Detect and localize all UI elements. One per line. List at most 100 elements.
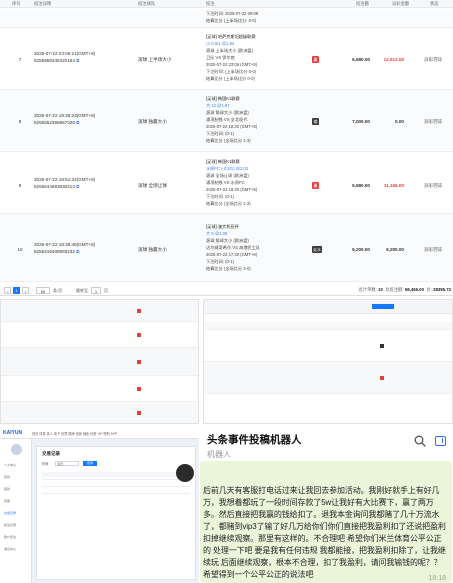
table-row: 下注时间: 2025-07-22 09:09 结算比分 (上半场比分: 0-0)	[0, 9, 453, 28]
total-win: 28395.72	[433, 287, 451, 292]
order-id: 5255552365867328	[34, 120, 75, 125]
col-win: 派彩金额	[392, 1, 410, 6]
search-icon[interactable]	[414, 435, 426, 447]
result-badge: 赢	[312, 56, 319, 63]
col-status: 状态	[430, 1, 439, 6]
prev-page-button[interactable]: <	[4, 287, 11, 294]
goto-page-input[interactable]: 1	[91, 287, 101, 294]
account-center-screenshot: KAIYUN 首页 体育 真人 电子 彩票 棋牌 电竞 捕鱼 优惠 VIP 赞助…	[0, 428, 199, 583]
status-text: 派彩完毕	[424, 183, 443, 188]
result-badge: 赢	[312, 182, 319, 189]
stake-amount: 6,680.00	[352, 57, 370, 62]
mini-row	[1, 402, 198, 423]
mini-badge	[137, 309, 141, 313]
total-count: 10	[378, 287, 383, 292]
page-1-button[interactable]: 1	[13, 287, 20, 294]
sidebar-item[interactable]: 账户安全	[4, 535, 16, 539]
mini-row	[1, 348, 198, 376]
table-row[interactable]: 10 2025-07-22 18:35:46(GMT+8) 5255416408…	[0, 214, 453, 282]
thumbnail-screenshot-left	[0, 299, 199, 424]
bet-team: 滚球 独赢大小	[138, 119, 167, 124]
order-id: 5255959346320164	[34, 58, 75, 63]
sidebar-item[interactable]: 取款	[4, 487, 10, 491]
panel-title: 交易记录	[42, 451, 60, 456]
bet-detail: [足球] 澳大利亚杯 大 9 @2.06 滚球 角球大小 (欧洲盘) 达尔威奇希…	[206, 224, 260, 271]
status-text: 派彩完毕	[424, 119, 443, 124]
bet-team: 滚球 全场让球	[138, 183, 167, 188]
row-index: 9	[18, 183, 22, 188]
next-page-button[interactable]: >	[22, 287, 29, 294]
sidebar-toggle-icon[interactable]	[435, 436, 446, 446]
records-panel: 交易记录 时间 今日 查询	[36, 446, 196, 580]
result-badge: 输	[312, 118, 319, 125]
sidebar-item[interactable]: 投注记录	[4, 523, 16, 527]
bet-time: 2025-07-22 19:35:23(GMT+8) 5255552365867…	[34, 113, 96, 125]
admin-topbar: KAIYUN 首页 体育 真人 电子 彩票 棋牌 电竞 捕鱼 优惠 VIP 赞助…	[0, 428, 199, 439]
stake-amount: 9,200.00	[352, 247, 370, 252]
pagination: < 1 > 50 条/页 跳转至 1 页 总计单数: 10 总投注额: 68,4…	[0, 284, 453, 296]
bet-time: 2025-07-22 23:06:21(GMT+8) 5255959346320…	[34, 51, 96, 63]
page-size-select[interactable]: 50	[36, 287, 50, 294]
mini-row	[1, 300, 198, 322]
row-divider	[42, 479, 190, 480]
thumbnail-screenshot-right	[203, 299, 453, 424]
brand-logo: KAIYUN	[3, 430, 23, 436]
col-bet: 投注	[206, 1, 215, 6]
order-id: 5255416408893232	[34, 249, 75, 254]
sidebar-item[interactable]: 转账	[4, 499, 10, 503]
copy-icon[interactable]: ⧉	[76, 249, 79, 254]
stake-amount: 7,000.00	[352, 119, 370, 124]
mini-row	[204, 394, 452, 423]
bet-detail: [足球] 韩国K1联赛 水原FC (-0.5/1) @2.03 滚球 全场让球 …	[206, 159, 258, 206]
table-row[interactable]: 7 2025-07-22 23:06:21(GMT+8) 52559593463…	[0, 28, 453, 90]
sidebar-item[interactable]: 交易记录	[4, 511, 16, 515]
mini-row	[1, 376, 198, 402]
stake-amount: 5,580.00	[352, 183, 370, 188]
mini-badge	[137, 360, 141, 364]
bet-team: 滚球 独赢大小	[138, 247, 167, 252]
total-stake: 68,466.00	[404, 287, 424, 292]
goto-label: 跳转至	[76, 288, 88, 293]
account-sidebar: 个人中心 存款 取款 转账 交易记录 投注记录 账户安全 消息中心	[0, 439, 32, 583]
per-page-label: 条/页	[53, 288, 63, 293]
row-index: 10	[17, 247, 23, 252]
copy-icon[interactable]: ⧉	[76, 58, 79, 63]
search-button[interactable]: 查询	[83, 461, 97, 466]
mini-toolbar	[204, 300, 452, 314]
row-index: 8	[18, 119, 22, 124]
sidebar-item[interactable]: 消息中心	[4, 547, 16, 551]
avatar	[11, 444, 22, 455]
chat-window: 头条事件投稿机器人 机器人 18:18 后前几天有客服打电话过来让我回去参加活动…	[199, 428, 453, 583]
records-header	[42, 472, 190, 477]
bet-time: 2025-07-22 18:51:34(GMT+8) 5255544683830…	[34, 177, 96, 189]
bet-detail: [足球] 哈萨克斯坦超级联赛 小 0.5/1 @1.84 滚球 上半场大小 (欧…	[206, 34, 258, 81]
user-photo	[176, 464, 194, 482]
top-nav[interactable]: 首页 体育 真人 电子 彩票 棋牌 电竞 捕鱼 优惠 VIP 赞助 APP	[32, 431, 117, 436]
mini-badge	[380, 376, 384, 380]
table-row[interactable]: 9 2025-07-22 18:51:34(GMT+8) 52555446838…	[0, 152, 453, 214]
row-index: 7	[18, 57, 22, 62]
col-index: 序号	[12, 1, 21, 6]
mini-badge	[380, 344, 384, 348]
bet-detail: [足球] 韩国K1联赛 大 12 @1.97 滚球 角球大小 (欧洲盘) 浦项制…	[206, 96, 258, 143]
win-amount: 11,166.00	[383, 183, 404, 188]
mini-row	[204, 330, 452, 362]
page-label: 页	[104, 288, 108, 293]
date-filter-select[interactable]: 今日	[55, 461, 79, 466]
table-row[interactable]: 8 2025-07-22 19:35:23(GMT+8) 52555523658…	[0, 90, 453, 152]
mini-badge	[137, 387, 141, 391]
sidebar-item[interactable]: 个人中心	[4, 463, 16, 467]
bet-team: 滚球 上半场大小	[138, 57, 172, 62]
col-stake: 投注额	[356, 1, 369, 6]
status-text: 派彩完毕	[424, 247, 443, 252]
order-id: 5255544683830214	[34, 184, 75, 189]
mini-badge	[137, 411, 141, 415]
mini-row	[1, 322, 198, 348]
copy-icon[interactable]: ⧉	[76, 120, 79, 125]
sidebar-item[interactable]: 存款	[4, 475, 10, 479]
copy-icon[interactable]: ⧉	[76, 184, 79, 189]
chat-title: 头条事件投稿机器人	[207, 434, 302, 446]
bet-records-table: 序号 投注详情 投注球队 投注 投注额 派彩金额 状态 下注时间: 2025-0…	[0, 0, 453, 282]
chat-subtitle: 机器人	[207, 450, 231, 459]
message-text: 后前几天有客服打电话过来让我回去参加活动。我刚好就手上有好几万，我想着都玩了一段…	[203, 486, 446, 580]
